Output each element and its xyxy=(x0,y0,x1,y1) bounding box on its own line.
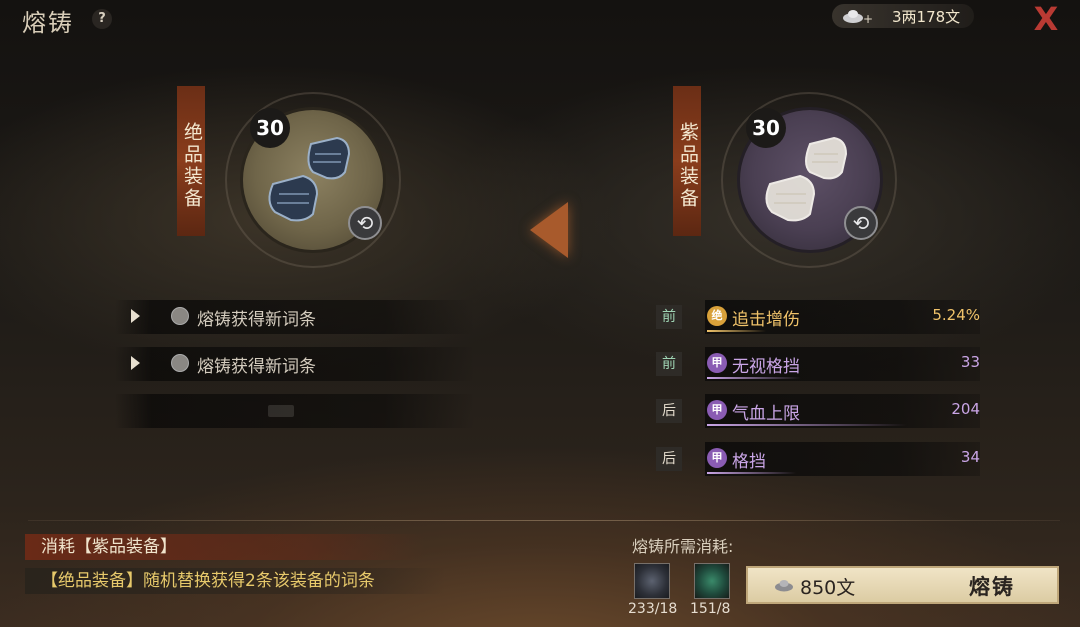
forge-button-label: 熔铸 xyxy=(969,575,1015,599)
currency-display[interactable]: + 3两178文 xyxy=(832,4,974,28)
right-attribute-row: 绝 追击增伤 5.24% xyxy=(705,300,980,334)
required-label: 熔铸所需消耗: xyxy=(632,537,734,556)
add-currency-icon[interactable]: + xyxy=(863,12,873,26)
right-grade-banner: 紫品装备 xyxy=(673,86,701,236)
attribute-placeholder: 熔铸获得新词条 xyxy=(197,357,316,377)
attribute-tag: 后 xyxy=(656,399,682,423)
forge-button[interactable]: 850文 熔铸 xyxy=(746,566,1059,604)
attribute-badge-icon: 绝 xyxy=(707,306,727,326)
forge-description: 【绝品装备】随机替换获得2条该装备的词条 xyxy=(25,568,445,594)
attribute-value: 34 xyxy=(960,448,980,466)
right-attribute-row: 甲 无视格挡 33 xyxy=(705,347,980,381)
left-swap-button[interactable]: ⟲ xyxy=(348,206,382,240)
lock-icon xyxy=(268,405,294,417)
attribute-badge-icon: 甲 xyxy=(707,353,727,373)
expand-arrow-icon[interactable] xyxy=(131,309,140,323)
section-divider xyxy=(28,520,1060,521)
attribute-value: 5.24% xyxy=(932,306,980,324)
left-attribute-row-locked xyxy=(115,394,475,428)
attribute-name: 追击增伤 xyxy=(732,310,800,330)
attribute-bar xyxy=(707,472,796,474)
material-count: 233/18 xyxy=(628,601,678,617)
attribute-name: 气血上限 xyxy=(732,404,800,424)
silver-ingot-icon xyxy=(775,580,793,592)
attribute-name: 无视格挡 xyxy=(732,357,800,377)
attribute-placeholder: 熔铸获得新词条 xyxy=(197,310,316,330)
right-attribute-row: 甲 气血上限 204 xyxy=(705,394,980,428)
attribute-badge-icon: 甲 xyxy=(707,448,727,468)
attribute-name: 格挡 xyxy=(732,452,766,472)
right-attribute-row: 甲 格挡 34 xyxy=(705,442,980,476)
expand-arrow-icon[interactable] xyxy=(131,356,140,370)
attribute-value: 33 xyxy=(960,353,980,371)
close-icon: X xyxy=(1033,0,1059,38)
jade-stone-icon[interactable] xyxy=(694,563,730,599)
attribute-tag: 前 xyxy=(656,305,682,329)
attribute-badge-icon: 甲 xyxy=(707,400,727,420)
attribute-bar xyxy=(707,424,907,426)
attribute-bar xyxy=(707,377,801,379)
right-level-badge: 30 xyxy=(746,108,786,148)
material-count: 151/8 xyxy=(690,601,731,617)
empty-slot-icon xyxy=(171,354,189,372)
empty-slot-icon xyxy=(171,307,189,325)
consume-label: 消耗【紫品装备】 xyxy=(25,534,425,560)
forge-cost: 850文 xyxy=(800,577,856,599)
attribute-tag: 前 xyxy=(656,352,682,376)
attribute-tag: 后 xyxy=(656,447,682,471)
attribute-value: 204 xyxy=(951,400,980,418)
left-attribute-row[interactable]: 熔铸获得新词条 xyxy=(115,300,475,334)
close-button[interactable]: X xyxy=(1030,3,1062,35)
currency-amount: 3两178文 xyxy=(892,8,961,26)
attribute-bar xyxy=(707,330,766,332)
right-swap-button[interactable]: ⟲ xyxy=(844,206,878,240)
direction-arrow-icon xyxy=(530,202,568,258)
swap-icon: ⟲ xyxy=(356,211,374,235)
silver-ingot-icon xyxy=(843,10,863,23)
left-grade-banner: 绝品装备 xyxy=(177,86,205,236)
help-button[interactable]: ? xyxy=(92,9,112,29)
page-title: 熔铸 xyxy=(22,9,74,37)
left-level-badge: 30 xyxy=(250,108,290,148)
left-attribute-row[interactable]: 熔铸获得新词条 xyxy=(115,347,475,381)
dark-ore-icon[interactable] xyxy=(634,563,670,599)
swap-icon: ⟲ xyxy=(852,211,870,235)
